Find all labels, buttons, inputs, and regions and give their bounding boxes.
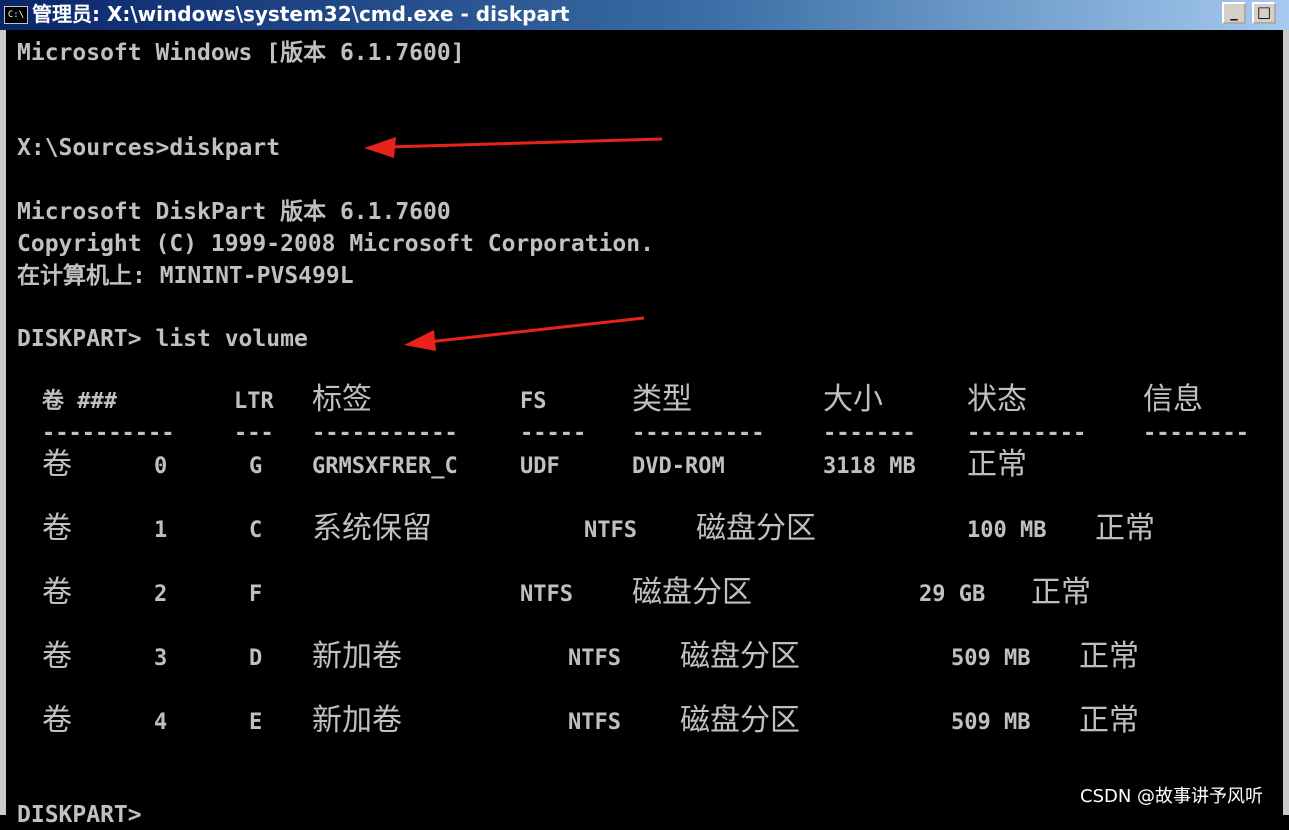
- arrow-to-diskpart-command: [364, 137, 663, 158]
- arrow-to-list-volume-command: [404, 316, 645, 351]
- annotation-arrows: [364, 137, 663, 351]
- watermark: CSDN @故事讲予风听: [1080, 786, 1264, 807]
